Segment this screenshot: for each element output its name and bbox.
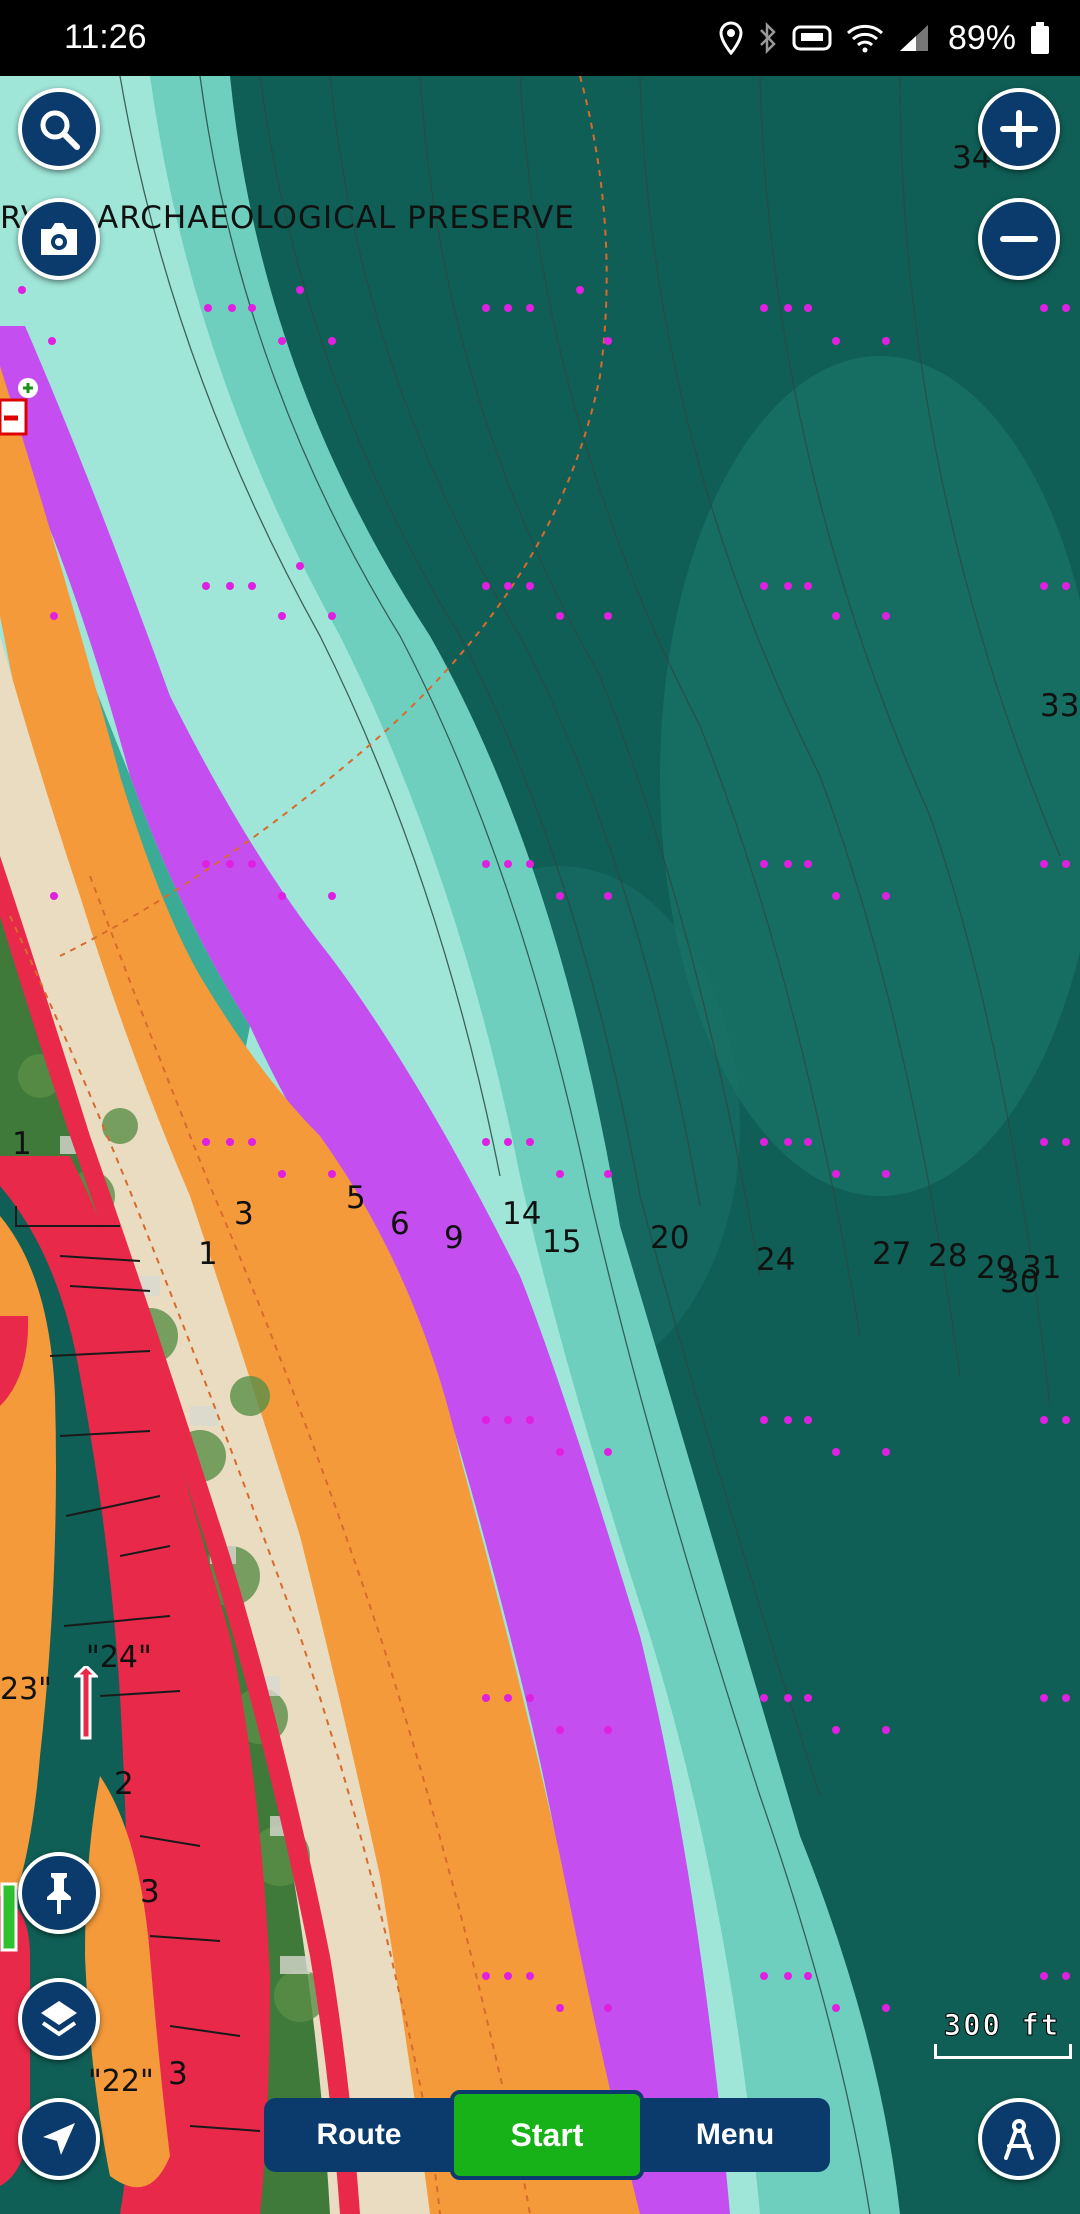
scale-label: 300 ft xyxy=(943,2008,1061,2043)
minus-icon xyxy=(1000,236,1038,242)
depth-label: 14 xyxy=(502,1196,542,1232)
depth-label: 5 xyxy=(346,1180,366,1216)
map-chart-layer xyxy=(0,76,1080,2214)
battery-percent: 89% xyxy=(947,18,1016,57)
compass-icon xyxy=(1004,2119,1034,2160)
marker-label: "22" xyxy=(88,2064,154,2099)
depth-label: 3 xyxy=(168,2056,188,2092)
green-marker xyxy=(0,1882,18,1952)
status-time: 11:26 xyxy=(64,18,147,56)
depth-label: 6 xyxy=(390,1206,410,1242)
camera-icon xyxy=(41,223,77,255)
menu-button[interactable]: Menu xyxy=(640,2098,830,2172)
depth-label: 20 xyxy=(650,1220,690,1256)
locate-button[interactable] xyxy=(18,2098,100,2180)
volte-icon xyxy=(792,25,832,51)
status-bar: 11:26 89% xyxy=(0,0,1080,76)
depth-label: 3 xyxy=(234,1196,254,1232)
layers-icon xyxy=(41,2001,77,2037)
depth-label: 28 xyxy=(928,1238,968,1274)
scale-indicator: 300 ft xyxy=(932,2008,1072,2059)
location-icon xyxy=(719,21,743,55)
depth-label: 15 xyxy=(542,1224,582,1260)
depth-label: 24 xyxy=(756,1242,796,1278)
marker-label: 23" xyxy=(0,1672,52,1707)
search-button[interactable] xyxy=(18,88,100,170)
layers-button[interactable] xyxy=(18,1978,100,2060)
plus-icon xyxy=(1000,110,1038,148)
depth-label: 33 xyxy=(1040,688,1080,724)
zoom-out-button[interactable] xyxy=(978,198,1060,280)
depth-label: 9 xyxy=(444,1220,464,1256)
depth-label: 1 xyxy=(198,1236,218,1272)
zoom-in-button[interactable] xyxy=(978,88,1060,170)
buoy-marker xyxy=(74,1666,98,1740)
bottom-action-bar: Route Menu Start xyxy=(264,2090,830,2180)
signal-icon xyxy=(899,25,928,51)
compass-button[interactable] xyxy=(978,2098,1060,2180)
battery-icon xyxy=(1031,22,1049,54)
pin-icon xyxy=(47,1873,71,1914)
scale-bar xyxy=(934,2044,1072,2059)
search-icon xyxy=(40,110,80,150)
depth-label: 1 xyxy=(12,1126,32,1162)
depth-label: 30 xyxy=(1000,1264,1040,1300)
hospital-marker xyxy=(0,378,38,436)
route-button[interactable]: Route xyxy=(264,2098,454,2172)
status-icons: 89% xyxy=(718,14,1050,62)
depth-label: 2 xyxy=(114,1766,134,1802)
depth-label: 27 xyxy=(872,1236,912,1272)
camera-button[interactable] xyxy=(18,198,100,280)
pin-button[interactable] xyxy=(18,1852,100,1934)
marker-label: "24" xyxy=(86,1640,152,1675)
depth-label: 3 xyxy=(140,1874,160,1910)
wifi-icon xyxy=(846,24,883,53)
start-button[interactable]: Start xyxy=(450,2090,644,2180)
nautical-map[interactable]: RVER ARCHAEOLOGICAL PRESERVE 34 33 5 6 9… xyxy=(0,76,1080,2214)
navigation-arrow-icon xyxy=(43,2123,75,2155)
bluetooth-icon xyxy=(760,21,776,55)
